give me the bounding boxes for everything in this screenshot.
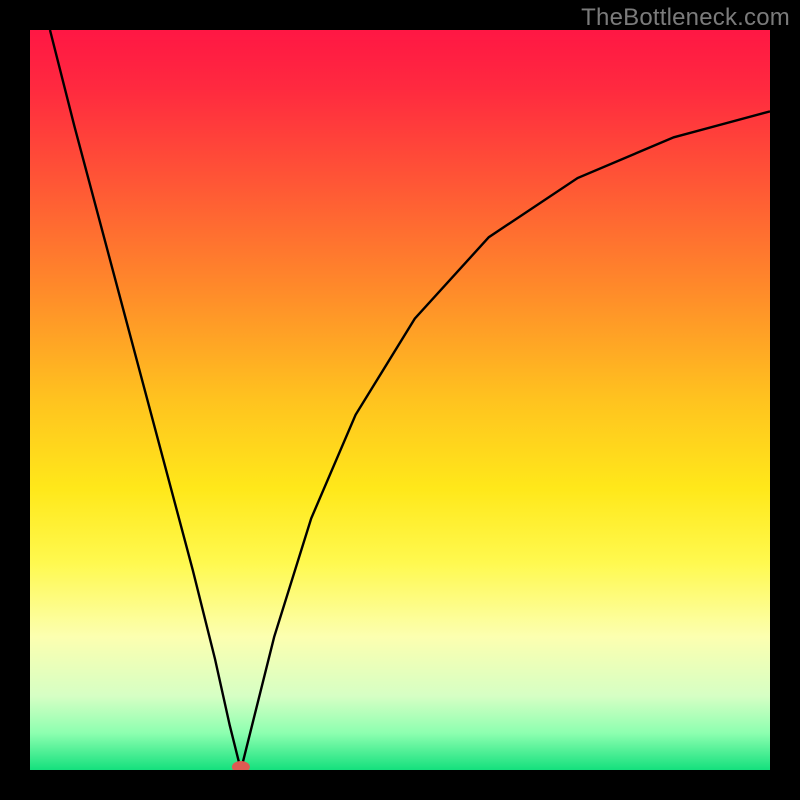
plot-background: [30, 30, 770, 770]
attribution-text: TheBottleneck.com: [581, 4, 790, 32]
bottleneck-plot: [30, 30, 770, 770]
chart-stage: TheBottleneck.com: [0, 0, 800, 800]
